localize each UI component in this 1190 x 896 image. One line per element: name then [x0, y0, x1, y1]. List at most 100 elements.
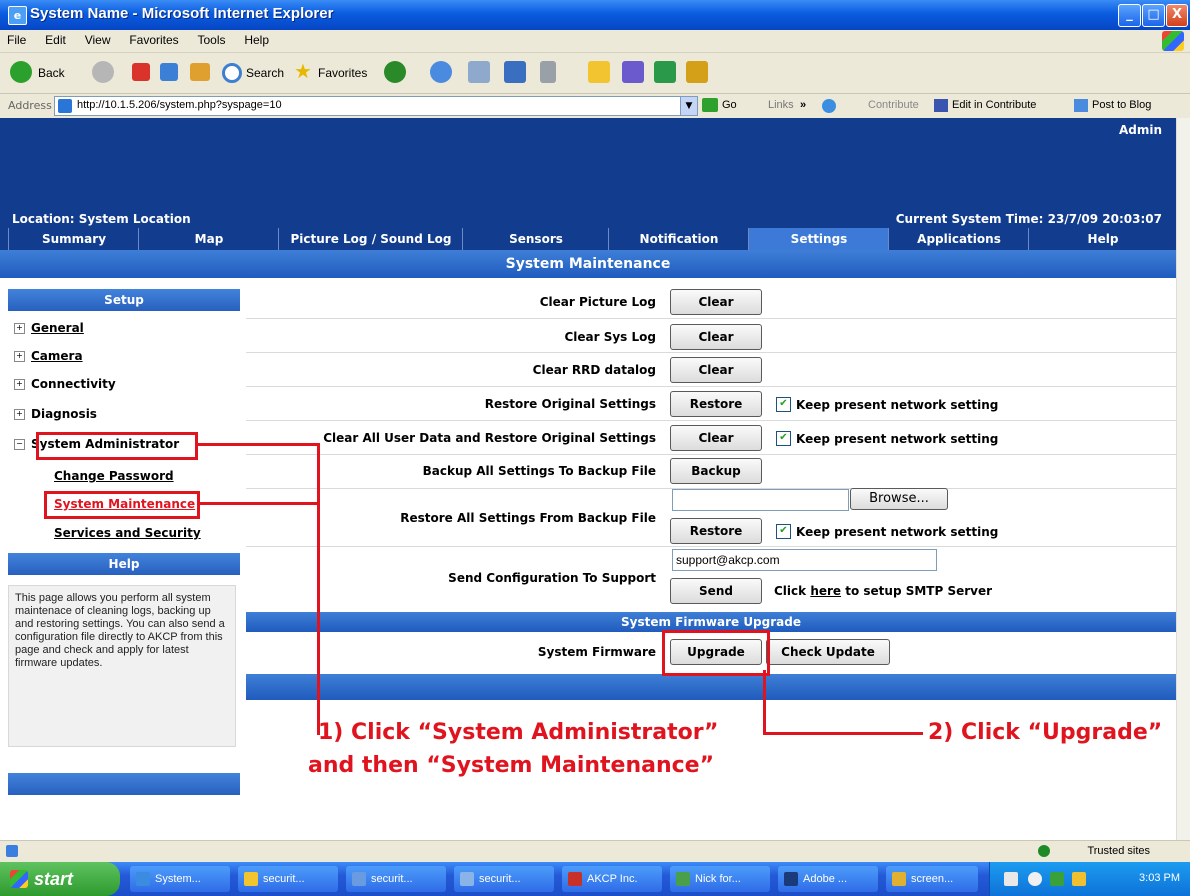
taskbar-item-label[interactable]: securit... [263, 873, 305, 885]
research-icon[interactable] [622, 61, 644, 83]
menu-edit[interactable]: Edit [38, 30, 74, 47]
users-icon[interactable] [686, 61, 708, 83]
start-button[interactable]: start [0, 862, 120, 896]
restore-backup-button[interactable]: Restore [670, 518, 762, 544]
sidebar-item-services-security[interactable]: Services and Security [54, 526, 201, 540]
taskbar-item[interactable]: System... [130, 866, 230, 892]
menu-file[interactable]: File [0, 30, 34, 47]
keep-network-checkbox[interactable]: ✔ [776, 431, 791, 446]
network-tray-icon[interactable] [1028, 872, 1042, 886]
vertical-scrollbar[interactable] [1176, 118, 1190, 840]
browse-button[interactable]: Browse... [850, 488, 948, 510]
tab-settings[interactable]: Settings [748, 228, 889, 250]
menu-help[interactable]: Help [237, 30, 277, 47]
menu-tools[interactable]: Tools [191, 30, 234, 47]
tab-sensors[interactable]: Sensors [462, 228, 609, 250]
tab-notification[interactable]: Notification [608, 228, 749, 250]
sidebar-item-label[interactable]: Camera [31, 349, 83, 363]
backup-button[interactable]: Backup [670, 458, 762, 484]
expand-icon[interactable]: + [14, 323, 25, 334]
expand-icon[interactable]: + [14, 379, 25, 390]
home-icon[interactable] [190, 63, 210, 81]
keep-network-checkbox[interactable]: ✔ [776, 397, 791, 412]
expand-icon[interactable]: + [14, 409, 25, 420]
search-icon[interactable] [222, 63, 242, 83]
maximize-button[interactable]: □ [1142, 4, 1165, 27]
refresh-icon[interactable] [160, 63, 178, 81]
sidebar-item-camera[interactable]: + Camera [14, 349, 83, 363]
taskbar-item-label[interactable]: Nick for... [695, 873, 741, 885]
tab-picture-log[interactable]: Picture Log / Sound Log [278, 228, 463, 250]
contribute-icon[interactable] [822, 99, 836, 113]
forward-arrow-icon[interactable] [92, 61, 114, 83]
start-label[interactable]: start [34, 869, 73, 889]
sidebar-item-label[interactable]: Connectivity [31, 377, 116, 391]
check-update-button[interactable]: Check Update [766, 639, 890, 665]
taskbar-item-label[interactable]: screen... [911, 873, 953, 885]
taskbar-item[interactable]: AKCP Inc. [562, 866, 662, 892]
tab-summary[interactable]: Summary [8, 228, 139, 250]
keep-network-checkbox[interactable]: ✔ [776, 524, 791, 539]
close-button[interactable]: X [1166, 4, 1188, 27]
clock[interactable]: 3:03 PM [1139, 872, 1180, 884]
tab-map[interactable]: Map [138, 228, 279, 250]
favorites-star-icon[interactable]: ★ [294, 59, 312, 84]
address-dropdown-icon[interactable]: ▼ [680, 96, 698, 116]
taskbar-item-label[interactable]: AKCP Inc. [587, 873, 638, 885]
clear-picture-log-button[interactable]: Clear [670, 289, 762, 315]
mail-icon[interactable] [430, 61, 452, 83]
security-zone[interactable]: Trusted sites [1087, 845, 1150, 857]
restore-original-button[interactable]: Restore [670, 391, 762, 417]
antivirus-tray-icon[interactable] [1050, 872, 1064, 886]
taskbar-item[interactable]: Nick for... [670, 866, 770, 892]
update-tray-icon[interactable] [1072, 872, 1086, 886]
post-to-blog-button[interactable]: Post to Blog [1092, 99, 1151, 111]
backup-file-input[interactable] [672, 489, 849, 511]
taskbar-item[interactable]: securit... [454, 866, 554, 892]
search-button-label[interactable]: Search [246, 66, 284, 80]
address-url[interactable]: http://10.1.5.206/system.php?syspage=10 [77, 99, 282, 111]
taskbar-item[interactable]: securit... [346, 866, 446, 892]
messenger-icon[interactable] [654, 61, 676, 83]
taskbar-item[interactable]: securit... [238, 866, 338, 892]
sidebar-item-diagnosis[interactable]: + Diagnosis [14, 407, 97, 421]
help-tray-icon[interactable] [1004, 872, 1018, 886]
taskbar-item-label[interactable]: securit... [371, 873, 413, 885]
address-input[interactable]: http://10.1.5.206/system.php?syspage=10 [54, 96, 682, 116]
edit-icon[interactable] [504, 61, 526, 83]
clear-sys-log-button[interactable]: Clear [670, 324, 762, 350]
collapse-icon[interactable]: − [14, 439, 25, 450]
history-icon[interactable] [384, 61, 406, 83]
discuss-icon[interactable] [540, 61, 556, 83]
clear-all-button[interactable]: Clear [670, 425, 762, 451]
go-button[interactable]: Go [722, 99, 737, 111]
links-label[interactable]: Links [768, 99, 794, 111]
sidebar-item-label[interactable]: General [31, 321, 84, 335]
menu-view[interactable]: View [78, 30, 119, 47]
tab-applications[interactable]: Applications [888, 228, 1029, 250]
stop-icon[interactable] [132, 63, 150, 81]
favorites-button-label[interactable]: Favorites [318, 66, 367, 80]
tab-help[interactable]: Help [1028, 228, 1176, 250]
contribute-label[interactable]: Contribute [868, 99, 919, 111]
links-chevron-icon[interactable]: » [800, 99, 806, 111]
sidebar-item-connectivity[interactable]: + Connectivity [14, 377, 116, 391]
clear-rrd-button[interactable]: Clear [670, 357, 762, 383]
expand-icon[interactable]: + [14, 351, 25, 362]
email-input[interactable]: support@akcp.com [672, 549, 937, 571]
taskbar-item-label[interactable]: securit... [479, 873, 521, 885]
send-button[interactable]: Send [670, 578, 762, 604]
sidebar-item-change-password[interactable]: Change Password [54, 469, 174, 483]
back-arrow-icon[interactable] [10, 61, 32, 83]
taskbar-item-label[interactable]: System... [155, 873, 201, 885]
print-icon[interactable] [468, 61, 490, 83]
minimize-button[interactable]: _ [1118, 4, 1141, 27]
go-arrow-icon[interactable] [702, 98, 718, 112]
taskbar-item[interactable]: Adobe ... [778, 866, 878, 892]
menu-favorites[interactable]: Favorites [122, 30, 186, 47]
taskbar-item[interactable]: screen... [886, 866, 978, 892]
taskbar-item-label[interactable]: Adobe ... [803, 873, 847, 885]
smtp-here-link[interactable]: here [810, 584, 841, 598]
edit-in-contribute-button[interactable]: Edit in Contribute [952, 99, 1036, 111]
sidebar-item-general[interactable]: + General [14, 321, 84, 335]
